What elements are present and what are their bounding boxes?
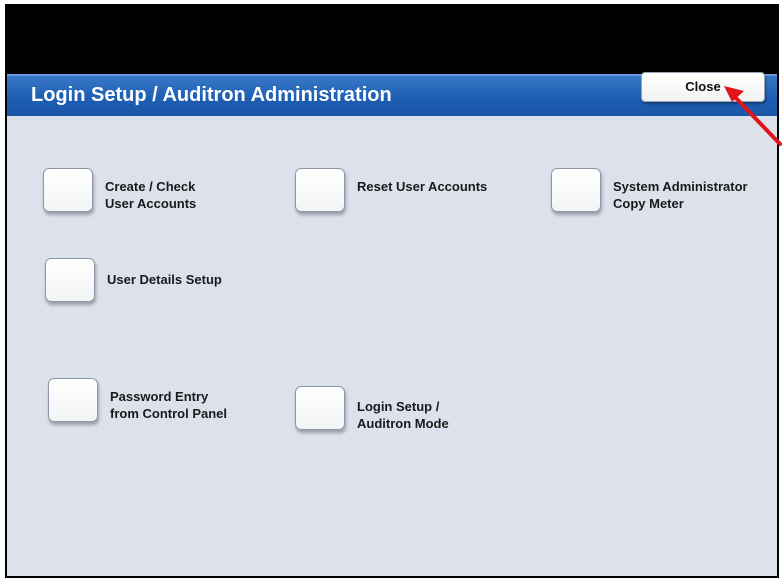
reset-user-accounts-button[interactable] [295,168,345,212]
system-administrator-copy-meter-button[interactable] [551,168,601,212]
user-details-setup-label: User Details Setup [107,272,222,287]
password-entry-from-control-panel-button[interactable] [48,378,98,422]
top-black-band [7,6,777,74]
password-entry-from-control-panel-label: Password Entry from Control Panel [110,389,228,421]
arrow-head [724,86,744,102]
red-arrow-icon [724,86,782,146]
arrow-shaft [732,94,782,146]
system-administrator-copy-meter-label: System Administrator Copy Meter [613,179,748,211]
reset-user-accounts-label: Reset User Accounts [357,179,488,194]
login-setup-auditron-mode-label: Login Setup / Auditron Mode [357,399,449,431]
user-details-setup-button[interactable] [45,258,95,302]
login-setup-auditron-mode-button[interactable] [295,386,345,430]
page-title: Login Setup / Auditron Administration [31,84,392,106]
create-check-user-accounts-button[interactable] [43,168,93,212]
create-check-user-accounts-label: Create / Check User Accounts [105,179,197,211]
